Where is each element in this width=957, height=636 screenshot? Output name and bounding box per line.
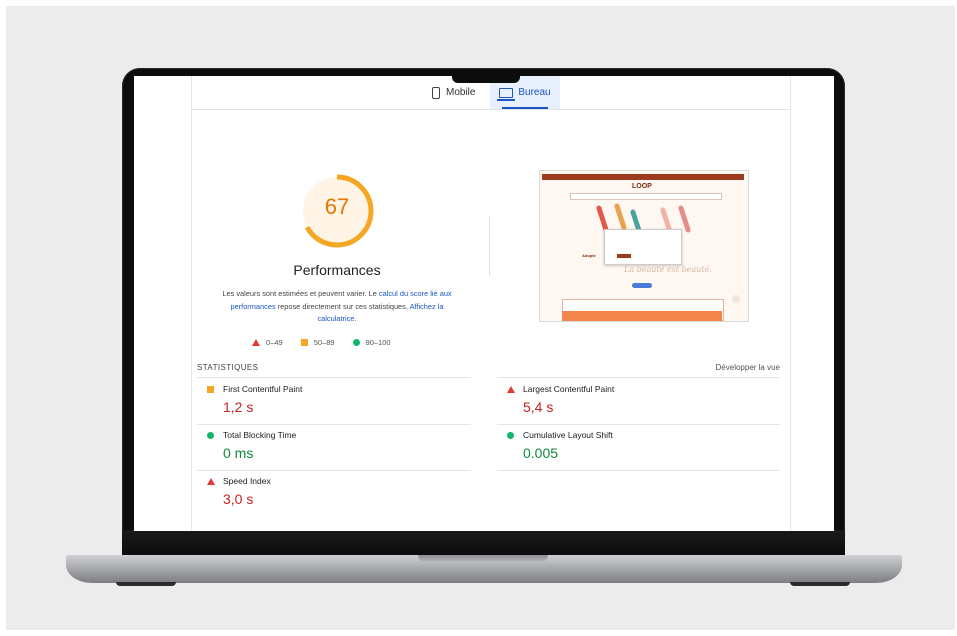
metric-label: Cumulative Layout Shift xyxy=(523,430,613,440)
metric-value: 3,0 s xyxy=(223,491,254,507)
metric-item: Cumulative Layout Shift 0.005 xyxy=(497,424,767,470)
thumb-cookie-modal xyxy=(604,229,682,265)
thumb-floating-badge xyxy=(732,295,740,303)
lighthouse-report: Mobile Bureau 67 Performances Les valeur… xyxy=(191,76,791,531)
laptop-chin xyxy=(122,530,845,558)
desc-text-2: repose directement sur ces statistiques. xyxy=(275,301,410,311)
thumb-heading: Adopte xyxy=(582,253,596,258)
metric-value: 0.005 xyxy=(523,445,559,461)
circle-icon xyxy=(352,339,360,346)
page-screenshot-thumbnail[interactable]: LOOP Adopte La beauté est beauté. xyxy=(539,170,749,322)
metric-label: Speed Index xyxy=(223,476,271,486)
laptop-icon xyxy=(497,87,516,101)
legend-fail: 0–49 xyxy=(252,338,283,347)
photo-background: Mobile Bureau 67 Performances Les valeur… xyxy=(6,6,955,630)
metric-label: Largest Contentful Paint xyxy=(523,384,615,394)
thumb-slogan: La beauté est beauté. xyxy=(624,265,712,274)
metric-item: First Contentful Paint 1,2 s xyxy=(197,378,467,424)
square-icon xyxy=(207,386,214,393)
metric-value: 5,4 s xyxy=(523,399,554,415)
tab-mobile-label: Mobile xyxy=(446,87,476,98)
metric-value: 1,2 s xyxy=(223,399,254,415)
legend-average-label: 50–89 xyxy=(313,338,335,347)
thumb-modal-button xyxy=(617,254,631,258)
legend-fail-label: 0–49 xyxy=(266,338,283,347)
circle-icon xyxy=(507,432,514,439)
performance-score: 67 xyxy=(324,194,350,219)
metric-item: Speed Index 3,0 s xyxy=(197,470,467,516)
thumb-announcement-bar xyxy=(542,174,744,180)
laptop-opening-notch xyxy=(418,555,548,562)
divider xyxy=(497,470,780,471)
triangle-icon xyxy=(507,386,515,393)
camera-notch xyxy=(452,70,520,83)
desc-text-3: . xyxy=(354,314,357,323)
thumb-logo: LOOP xyxy=(632,183,652,190)
laptop-screen: Mobile Bureau 67 Performances Les valeur… xyxy=(134,76,834,531)
phone-icon xyxy=(432,86,440,99)
laptop-foot-right xyxy=(790,582,850,586)
thumb-nav xyxy=(570,193,722,200)
metric-value: 0 ms xyxy=(223,445,254,461)
thumb-strap xyxy=(613,202,628,232)
performance-title: Performances xyxy=(293,262,381,278)
circle-icon xyxy=(207,432,214,439)
metric-item: Total Blocking Time 0 ms xyxy=(197,424,467,470)
vertical-divider xyxy=(489,216,490,276)
tab-desktop-label: Bureau xyxy=(518,87,551,98)
metric-label: First Contentful Paint xyxy=(223,384,303,394)
metric-item: Largest Contentful Paint 5,4 s xyxy=(497,378,767,424)
stats-header: STATISTIQUES xyxy=(197,363,259,372)
triangle-icon xyxy=(252,339,260,346)
thumb-section-orange xyxy=(562,311,722,321)
metric-label: Total Blocking Time xyxy=(223,430,297,440)
legend-pass-label: 90–100 xyxy=(365,338,391,347)
legend-pass: 90–100 xyxy=(352,338,391,347)
score-legend: 0–49 50–89 90–100 xyxy=(252,338,452,347)
performance-description: Les valeurs sont estimées et peuvent var… xyxy=(217,288,457,326)
expand-view-toggle[interactable]: Développer la vue xyxy=(716,363,780,372)
desc-text-1: Les valeurs sont estimées et peuvent var… xyxy=(222,289,379,298)
triangle-icon xyxy=(207,478,215,485)
laptop-foot-left xyxy=(116,582,176,586)
thumb-pill xyxy=(632,283,652,288)
square-icon xyxy=(300,339,308,346)
legend-average: 50–89 xyxy=(300,338,335,347)
